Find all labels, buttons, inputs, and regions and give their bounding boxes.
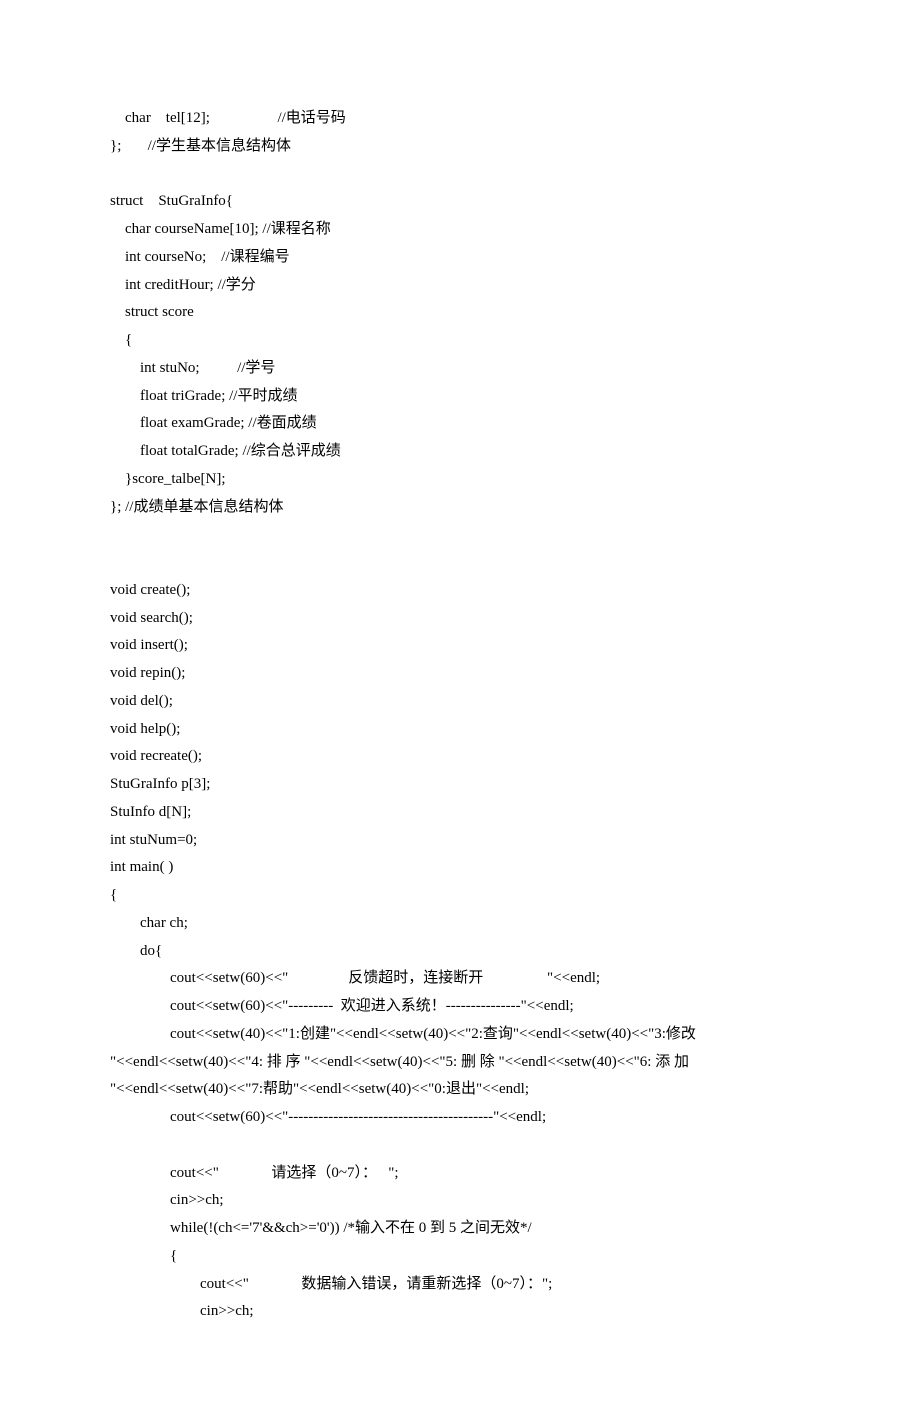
code-line: void repin(); [110,660,810,688]
code-line: cout<<" 请选择（0~7）： "; [110,1160,810,1188]
code-block: char tel[12]; //电话号码}; //学生基本信息结构体 struct… [110,105,810,1326]
code-line: }score_talbe[N]; [110,466,810,494]
code-line: void help(); [110,716,810,744]
code-line: cout<<" 数据输入错误，请重新选择（0~7）："; [110,1271,810,1299]
code-line: }; //成绩单基本信息结构体 [110,494,810,522]
code-line: { [110,882,810,910]
code-line: void search(); [110,605,810,633]
code-line: float totalGrade; //综合总评成绩 [110,438,810,466]
code-line: }; //学生基本信息结构体 [110,133,810,161]
code-line: int stuNo; //学号 [110,355,810,383]
code-line: { [110,1243,810,1271]
code-line [110,549,810,577]
code-line: "<<endl<<setw(40)<<"7:帮助"<<endl<<setw(40… [110,1076,810,1104]
code-line: void create(); [110,577,810,605]
code-line: int courseNo; //课程编号 [110,244,810,272]
code-line: int creditHour; //学分 [110,272,810,300]
code-line: cin>>ch; [110,1298,810,1326]
code-line: { [110,327,810,355]
code-line: cout<<setw(60)<<" 反馈超时，连接断开 "<<endl; [110,965,810,993]
code-line: char ch; [110,910,810,938]
code-line: struct StuGraInfo{ [110,188,810,216]
code-line [110,1132,810,1160]
code-line: "<<endl<<setw(40)<<"4: 排 序 "<<endl<<setw… [110,1049,810,1077]
code-line: int main( ) [110,854,810,882]
code-line: StuGraInfo p[3]; [110,771,810,799]
code-line: char courseName[10]; //课程名称 [110,216,810,244]
code-line: int stuNum=0; [110,827,810,855]
code-line: struct score [110,299,810,327]
code-line: char tel[12]; //电话号码 [110,105,810,133]
code-line: cout<<setw(40)<<"1:创建"<<endl<<setw(40)<<… [110,1021,810,1049]
code-line: cout<<setw(60)<<"--------- 欢迎进入系统！------… [110,993,810,1021]
code-line [110,521,810,549]
code-line: StuInfo d[N]; [110,799,810,827]
code-line [110,161,810,189]
code-line: cout<<setw(60)<<"-----------------------… [110,1104,810,1132]
document-page: char tel[12]; //电话号码}; //学生基本信息结构体 struct… [0,0,920,1406]
code-line: void recreate(); [110,743,810,771]
code-line: cin>>ch; [110,1187,810,1215]
code-line: float examGrade; //卷面成绩 [110,410,810,438]
code-line: void insert(); [110,632,810,660]
code-line: while(!(ch<='7'&&ch>='0')) /*输入不在 0 到 5 … [110,1215,810,1243]
code-line: void del(); [110,688,810,716]
code-line: float triGrade; //平时成绩 [110,383,810,411]
code-line: do{ [110,938,810,966]
